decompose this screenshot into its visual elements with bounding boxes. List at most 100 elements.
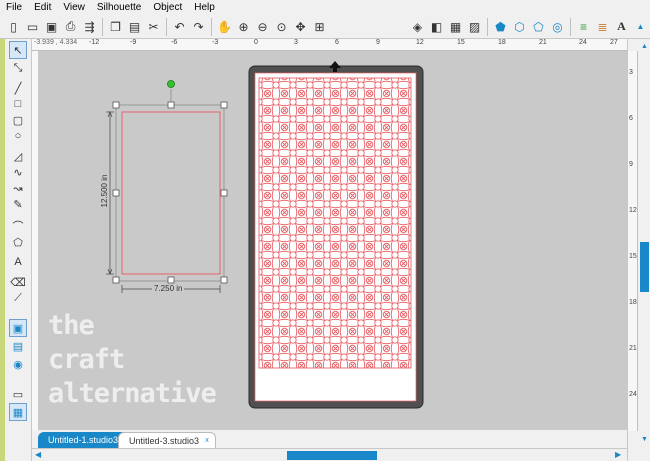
ruler-tick-label: 12: [416, 39, 424, 46]
watermark-line: the: [48, 310, 95, 341]
paste-icon[interactable]: ▤: [126, 18, 143, 35]
text-tool-icon[interactable]: A: [9, 253, 27, 271]
tab-untitled-3[interactable]: Untitled-3.studio3 x: [118, 432, 217, 448]
ruler-tick-label: 12: [629, 207, 637, 214]
ruler-tick-label: 24: [579, 39, 587, 46]
menu-view[interactable]: View: [57, 0, 91, 15]
modify-icon[interactable]: ⬡: [511, 18, 528, 35]
menu-file[interactable]: File: [0, 0, 28, 15]
ruler-tick-label: 27: [610, 39, 618, 46]
split-view-icon[interactable]: ▦: [9, 403, 27, 421]
scroll-left-icon[interactable]: ◀: [35, 450, 41, 459]
line-style-icon[interactable]: ◧: [428, 18, 445, 35]
width-dimension-label: 7.250 in: [152, 284, 185, 293]
ruler-tick-label: -12: [89, 39, 100, 46]
toolbar-divider: [166, 17, 167, 36]
ruler-tick-label: 3: [294, 39, 298, 46]
offset-icon[interactable]: ⬠: [530, 18, 547, 35]
fit-icon[interactable]: ⊞: [311, 18, 328, 35]
right-ruler: 3 6 9 12 15 18 21 24: [628, 51, 638, 431]
zoom-select-icon[interactable]: ⊙: [273, 18, 290, 35]
ellipse-tool-icon[interactable]: ○: [9, 127, 27, 145]
watermark-line: craft: [48, 344, 125, 375]
text-style-icon[interactable]: ≣: [594, 18, 611, 35]
scroll-right-icon[interactable]: ▶: [615, 450, 621, 459]
height-dimension-label: 12.500 in: [100, 172, 109, 210]
menu-bar: File Edit View Silhouette Object Help: [0, 0, 650, 15]
freehand-tool-icon[interactable]: ✎: [9, 195, 27, 213]
ruler-tick-label: 18: [498, 39, 506, 46]
copy-icon[interactable]: ❐: [107, 18, 124, 35]
panel-edge-strip: [0, 39, 5, 461]
right-panel: ▲ 3 6 9 12 15 18 21 24 ▼: [627, 39, 650, 461]
replicate-icon[interactable]: ⬟: [492, 18, 509, 35]
ruler-tick-label: -3: [212, 39, 219, 46]
trace-icon[interactable]: ◎: [549, 18, 566, 35]
toolbar-divider: [570, 17, 571, 36]
left-tool-panel: ↖ ⤡ ╱ □ ▢ ○ ◿ ∿ ↝ ✎ ⌒ ⬠ A ⌫ ⟋ ▣ ▤ ◉ ▭ ▦: [0, 39, 32, 461]
ruler-tick-label: -9: [130, 39, 137, 46]
toolbar-divider: [211, 17, 212, 36]
redo-icon[interactable]: ↷: [190, 18, 207, 35]
select-tool-icon[interactable]: ↖: [9, 41, 27, 59]
undo-icon[interactable]: ↶: [171, 18, 188, 35]
close-tab-icon[interactable]: x: [202, 436, 212, 446]
design-page-icon[interactable]: ▣: [9, 319, 27, 337]
ruler-tick-label: 15: [629, 253, 637, 260]
watermark-logo: the craft alternative: [48, 309, 217, 411]
send-icon[interactable]: ⇶: [81, 18, 98, 35]
zoom-in-icon[interactable]: ⊕: [235, 18, 252, 35]
ruler-tick-label: 6: [629, 115, 633, 122]
tab-label: Untitled-3.studio3: [129, 436, 200, 446]
grid-icon[interactable]: ▦: [447, 18, 464, 35]
ruler-tick-label: -6: [171, 39, 178, 46]
selected-rectangle[interactable]: [112, 80, 228, 284]
pan-icon[interactable]: ✋: [216, 18, 233, 35]
ruler-tick-label: 9: [376, 39, 380, 46]
cutting-mat[interactable]: [248, 61, 424, 409]
cursor-coordinate-readout: -3.939 , 4.334: [34, 39, 78, 46]
vertical-scroll-thumb[interactable]: [640, 242, 649, 292]
ruler-tick-label: 3: [629, 69, 633, 76]
panel-toggle-icon[interactable]: ▭: [9, 385, 27, 403]
fill-icon[interactable]: ◈: [409, 18, 426, 35]
transform-icon[interactable]: ▨: [466, 18, 483, 35]
edit-points-icon[interactable]: ⤡: [9, 59, 27, 77]
online-store-icon[interactable]: ◉: [9, 355, 27, 373]
ruler-tick-label: 21: [539, 39, 547, 46]
regular-polygon-icon[interactable]: ⬠: [9, 233, 27, 251]
design-canvas[interactable]: 12.500 in 7.250 in the craft alternative: [38, 51, 627, 430]
toolbar-expand-icon[interactable]: ▲: [632, 18, 649, 35]
print-icon[interactable]: ⎙: [62, 18, 79, 35]
silhouette-studio-window: File Edit View Silhouette Object Help ▯ …: [0, 0, 650, 461]
document-tabs: Untitled-1.studio3 x Untitled-3.studio3 …: [32, 430, 627, 448]
main-toolbar: ▯ ▭ ▣ ⎙ ⇶ ❐ ▤ ✂ ↶ ↷ ✋ ⊕ ⊖ ⊙ ✥ ⊞ ◈ ◧ ▦ ▨ …: [0, 15, 650, 39]
top-ruler: -3.939 , 4.334 -12 -9 -6 -3 0 3 6 9 12 1…: [32, 39, 627, 51]
knife-tool-icon[interactable]: ⟋: [9, 289, 27, 307]
horizontal-scrollbar[interactable]: ◀ ▶: [32, 448, 627, 461]
ruler-tick-label: 0: [254, 39, 258, 46]
zoom-out-icon[interactable]: ⊖: [254, 18, 271, 35]
menu-edit[interactable]: Edit: [28, 0, 57, 15]
horizontal-scroll-thumb[interactable]: [287, 451, 377, 460]
scroll-down-icon[interactable]: ▼: [640, 435, 649, 444]
ruler-tick-label: 18: [629, 299, 637, 306]
align-icon[interactable]: ≡: [575, 18, 592, 35]
ruler-tick-label: 15: [457, 39, 465, 46]
menu-help[interactable]: Help: [188, 0, 221, 15]
ruler-tick-label: 21: [629, 345, 637, 352]
save-icon[interactable]: ▣: [43, 18, 60, 35]
open-icon[interactable]: ▭: [24, 18, 41, 35]
scroll-up-icon[interactable]: ▲: [640, 42, 649, 51]
menu-silhouette[interactable]: Silhouette: [91, 0, 147, 15]
new-file-icon[interactable]: ▯: [5, 18, 22, 35]
watermark-line: alternative: [48, 378, 217, 409]
text-icon[interactable]: A: [613, 18, 630, 35]
cut-icon[interactable]: ✂: [145, 18, 162, 35]
ruler-tick-label: 9: [629, 161, 633, 168]
toolbar-divider: [487, 17, 488, 36]
ruler-tick-label: 24: [629, 391, 637, 398]
menu-object[interactable]: Object: [147, 0, 188, 15]
library-icon[interactable]: ▤: [9, 337, 27, 355]
zoom-drag-icon[interactable]: ✥: [292, 18, 309, 35]
